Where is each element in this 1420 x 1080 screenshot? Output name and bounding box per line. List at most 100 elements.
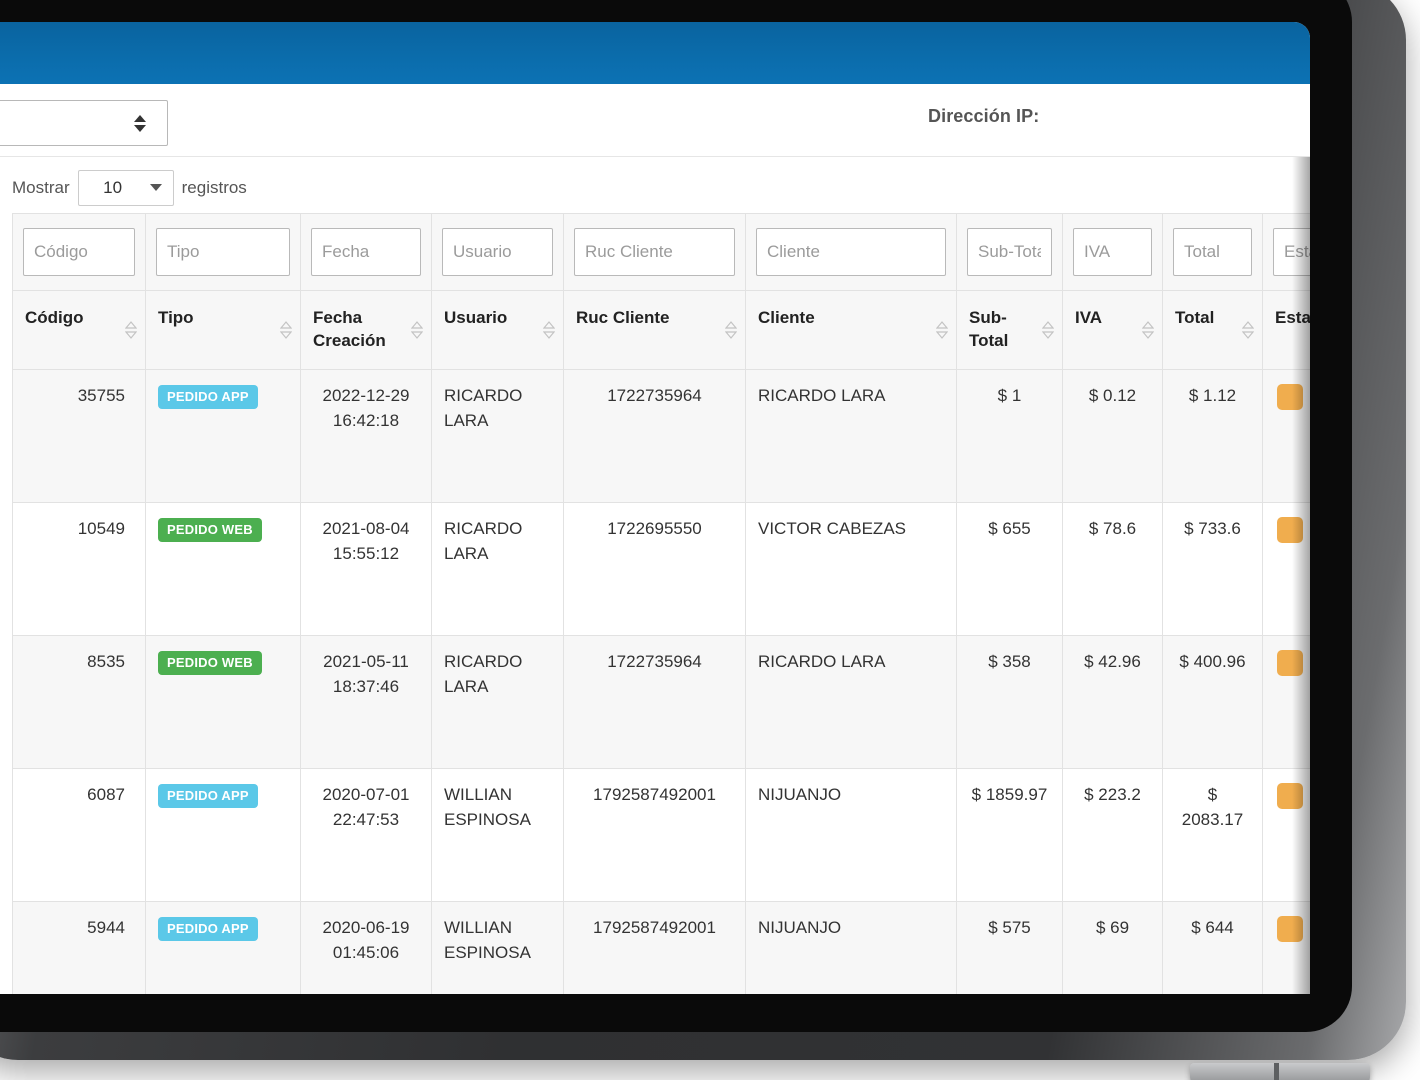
ip-address-label: Dirección IP: xyxy=(928,106,1040,126)
tablet-screen-bezel: Dirección IP: Mostrar 10 registros Códig… xyxy=(0,0,1352,1032)
filter-cell-subtotal xyxy=(956,213,1063,291)
updown-caret-icon xyxy=(133,113,147,133)
cell-total: $ 400.96 xyxy=(1162,634,1263,769)
cell-cliente: RICARDO LARA xyxy=(745,634,957,769)
cell-codigo: 35755 xyxy=(12,368,146,503)
filter-input-iva[interactable] xyxy=(1073,228,1152,276)
tablet-device-frame: Dirección IP: Mostrar 10 registros Códig… xyxy=(0,0,1406,1060)
table-row[interactable]: 8535 PEDIDO WEB 2021-05-11 18:37:46 RICARDO… xyxy=(12,634,1310,769)
filter-input-estado[interactable] xyxy=(1273,228,1310,276)
cell-codigo: 6087 xyxy=(12,767,146,902)
filter-cell-codigo xyxy=(12,213,146,291)
cell-tipo: PEDIDO APP xyxy=(145,767,301,902)
chevron-down-icon xyxy=(149,184,162,191)
estado-badge xyxy=(1277,516,1303,543)
column-header-label-ruc: Ruc Cliente xyxy=(576,308,670,327)
sort-icon[interactable] xyxy=(125,319,137,341)
cell-ruc-cliente: 1722735964 xyxy=(563,368,746,503)
cell-total: $ 2083.17 xyxy=(1162,767,1263,902)
cell-estado xyxy=(1262,501,1310,636)
filter-input-subtotal[interactable] xyxy=(967,228,1052,276)
sort-icon[interactable] xyxy=(1242,319,1254,341)
column-header-label-estado: Estado xyxy=(1275,308,1310,327)
cell-codigo: 5944 xyxy=(12,900,146,994)
column-header-label-codigo: Código xyxy=(25,308,84,327)
length-label-before: Mostrar xyxy=(12,178,70,197)
tipo-badge: PEDIDO APP xyxy=(158,783,258,808)
sort-icon[interactable] xyxy=(1042,319,1054,341)
column-header-label-tipo: Tipo xyxy=(158,308,194,327)
table-row[interactable]: 35755 PEDIDO APP 2022-12-29 16:42:18 RICARD… xyxy=(12,368,1310,503)
table-row[interactable]: 5944 PEDIDO APP 2020-06-19 01:45:06 WILLIAN… xyxy=(12,900,1310,994)
filter-cell-usuario xyxy=(431,213,564,291)
filter-input-codigo[interactable] xyxy=(23,228,135,276)
sort-icon[interactable] xyxy=(725,319,737,341)
sort-icon[interactable] xyxy=(1142,319,1154,341)
cell-sub-total: $ 1 xyxy=(956,368,1063,503)
cell-fecha-creacion: 2020-07-01 22:47:53 xyxy=(300,767,432,902)
filter-input-tipo[interactable] xyxy=(156,228,290,276)
column-header-row: Código Tipo Fecha Creación Usuario Ruc Clien… xyxy=(12,290,1310,370)
estado-badge xyxy=(1277,383,1303,410)
tablet-stand-foot xyxy=(1190,1063,1370,1080)
filter-input-cliente[interactable] xyxy=(756,228,946,276)
column-filter-row xyxy=(12,213,1310,291)
table-row[interactable]: 10549 PEDIDO WEB 2021-08-04 15:55:12 RICARD… xyxy=(12,501,1310,636)
filter-input-ruc[interactable] xyxy=(574,228,735,276)
column-header-cliente[interactable]: Cliente xyxy=(745,290,957,370)
orders-table: Código Tipo Fecha Creación Usuario Ruc Clien… xyxy=(12,213,1310,994)
column-header-tipo[interactable]: Tipo xyxy=(145,290,301,370)
column-header-subtotal[interactable]: Sub-Total xyxy=(956,290,1063,370)
column-header-codigo[interactable]: Código xyxy=(12,290,146,370)
column-header-ruc[interactable]: Ruc Cliente xyxy=(563,290,746,370)
cell-iva: $ 78.6 xyxy=(1062,501,1163,636)
length-select-value: 10 xyxy=(103,178,123,197)
datatable-area: Mostrar 10 registros Código Tipo Fecha U… xyxy=(0,157,1310,994)
filter-input-fecha[interactable] xyxy=(311,228,421,276)
header-select[interactable] xyxy=(0,100,168,146)
cell-fecha-creacion: 2021-05-11 18:37:46 xyxy=(300,634,432,769)
column-header-estado[interactable]: Estado xyxy=(1262,290,1310,370)
cell-tipo: PEDIDO APP xyxy=(145,368,301,503)
column-header-iva[interactable]: IVA xyxy=(1062,290,1163,370)
cell-sub-total: $ 1859.97 xyxy=(956,767,1063,902)
column-header-fecha[interactable]: Fecha Creación xyxy=(300,290,432,370)
orders-table-head: Código Tipo Fecha Creación Usuario Ruc Clien… xyxy=(12,213,1310,370)
cell-cliente: VICTOR CABEZAS xyxy=(745,501,957,636)
length-select[interactable]: 10 xyxy=(77,170,174,206)
cell-tipo: PEDIDO WEB xyxy=(145,634,301,769)
filter-input-total[interactable] xyxy=(1173,228,1252,276)
cell-sub-total: $ 575 xyxy=(956,900,1063,994)
orders-table-body: 35755 PEDIDO APP 2022-12-29 16:42:18 RICARD… xyxy=(12,368,1310,994)
filter-cell-iva xyxy=(1062,213,1163,291)
cell-estado xyxy=(1262,368,1310,503)
column-header-total[interactable]: Total xyxy=(1162,290,1263,370)
tipo-badge: PEDIDO APP xyxy=(158,384,258,409)
filter-input-usuario[interactable] xyxy=(442,228,553,276)
sort-icon[interactable] xyxy=(411,319,423,341)
table-row[interactable]: 6087 PEDIDO APP 2020-07-01 22:47:53 WILLIAN… xyxy=(12,767,1310,902)
cell-codigo: 8535 xyxy=(12,634,146,769)
app-top-bar xyxy=(0,22,1310,84)
screenshot-stage: Dirección IP: Mostrar 10 registros Códig… xyxy=(0,0,1420,1080)
tipo-badge: PEDIDO WEB xyxy=(158,650,262,675)
cell-iva: $ 42.96 xyxy=(1062,634,1163,769)
filter-cell-cliente xyxy=(745,213,957,291)
column-header-label-subtotal: Sub-Total xyxy=(969,308,1009,350)
cell-sub-total: $ 358 xyxy=(956,634,1063,769)
cell-tipo: PEDIDO APP xyxy=(145,900,301,994)
sort-icon[interactable] xyxy=(280,319,292,341)
column-header-label-total: Total xyxy=(1175,308,1215,327)
column-header-usuario[interactable]: Usuario xyxy=(431,290,564,370)
cell-usuario: WILLIAN ESPINOSA xyxy=(431,900,564,994)
cell-fecha-creacion: 2021-08-04 15:55:12 xyxy=(300,501,432,636)
sort-icon[interactable] xyxy=(936,319,948,341)
sort-icon[interactable] xyxy=(543,319,555,341)
cell-fecha-creacion: 2022-12-29 16:42:18 xyxy=(300,368,432,503)
cell-tipo: PEDIDO WEB xyxy=(145,501,301,636)
cell-iva: $ 69 xyxy=(1062,900,1163,994)
cell-ruc-cliente: 1792587492001 xyxy=(563,767,746,902)
cell-iva: $ 223.2 xyxy=(1062,767,1163,902)
datatable-scroll[interactable]: Código Tipo Fecha Creación Usuario Ruc Clien… xyxy=(12,213,1310,994)
column-header-label-iva: IVA xyxy=(1075,308,1103,327)
